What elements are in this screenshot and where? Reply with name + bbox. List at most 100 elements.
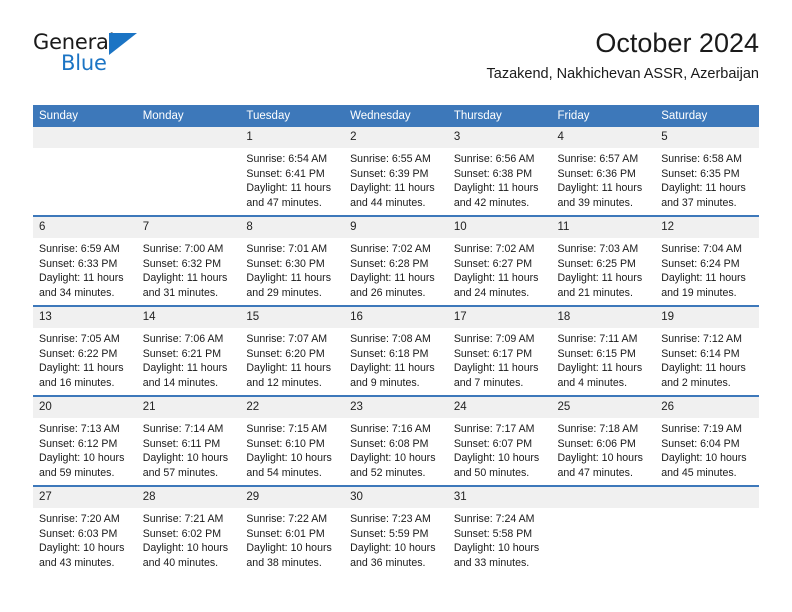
day-details: Sunrise: 7:20 AM Sunset: 6:03 PM Dayligh… bbox=[33, 508, 137, 570]
day-number: 4 bbox=[551, 127, 656, 148]
day-cell[interactable] bbox=[551, 485, 656, 575]
day-cell[interactable]: 15 Sunrise: 7:07 AM Sunset: 6:20 PM Dayl… bbox=[240, 305, 345, 396]
daylight-text-line2: and 38 minutes. bbox=[246, 556, 322, 569]
daylight-text-line2: and 21 minutes. bbox=[557, 286, 633, 299]
day-details: Sunrise: 6:54 AM Sunset: 6:41 PM Dayligh… bbox=[240, 148, 344, 210]
day-cell[interactable]: 20 Sunrise: 7:13 AM Sunset: 6:12 PM Dayl… bbox=[33, 395, 137, 486]
day-number: 15 bbox=[240, 307, 345, 328]
sunrise-text: Sunrise: 7:01 AM bbox=[246, 243, 328, 255]
day-details: Sunrise: 7:01 AM Sunset: 6:30 PM Dayligh… bbox=[240, 238, 344, 300]
day-number: 12 bbox=[655, 217, 759, 238]
day-number: 7 bbox=[136, 217, 241, 238]
day-details: Sunrise: 7:06 AM Sunset: 6:21 PM Dayligh… bbox=[137, 328, 241, 390]
day-cell[interactable]: 9 Sunrise: 7:02 AM Sunset: 6:28 PM Dayli… bbox=[344, 215, 448, 306]
daylight-text-line1: Daylight: 11 hours bbox=[350, 182, 435, 195]
day-number: 26 bbox=[655, 397, 759, 418]
sunset-text: Sunset: 6:38 PM bbox=[453, 167, 533, 180]
daylight-text-line2: and 36 minutes. bbox=[350, 556, 426, 569]
sunset-text: Sunset: 6:02 PM bbox=[142, 527, 222, 540]
day-cell[interactable]: 6 Sunrise: 6:59 AM Sunset: 6:33 PM Dayli… bbox=[33, 215, 137, 306]
sunset-text: Sunset: 6:14 PM bbox=[661, 347, 740, 360]
general-blue-logo[interactable]: General Blue bbox=[33, 30, 213, 82]
sunrise-text: Sunrise: 7:08 AM bbox=[350, 333, 431, 345]
day-cell[interactable]: 24 Sunrise: 7:17 AM Sunset: 6:07 PM Dayl… bbox=[447, 395, 552, 486]
day-cell[interactable]: 11 Sunrise: 7:03 AM Sunset: 6:25 PM Dayl… bbox=[551, 215, 656, 306]
day-cell[interactable]: 5 Sunrise: 6:58 AM Sunset: 6:35 PM Dayli… bbox=[655, 127, 759, 216]
day-cell[interactable] bbox=[655, 485, 759, 575]
day-cell[interactable]: 30 Sunrise: 7:23 AM Sunset: 5:59 PM Dayl… bbox=[344, 485, 448, 575]
sunrise-text: Sunrise: 7:20 AM bbox=[39, 513, 120, 525]
day-cell[interactable]: 16 Sunrise: 7:08 AM Sunset: 6:18 PM Dayl… bbox=[344, 305, 448, 396]
daylight-text-line1: Daylight: 10 hours bbox=[39, 542, 125, 555]
daylight-text-line2: and 14 minutes. bbox=[142, 376, 219, 389]
day-details: Sunrise: 7:23 AM Sunset: 5:59 PM Dayligh… bbox=[344, 508, 448, 570]
day-cell[interactable]: 26 Sunrise: 7:19 AM Sunset: 6:04 PM Dayl… bbox=[655, 395, 759, 486]
day-cell[interactable]: 18 Sunrise: 7:11 AM Sunset: 6:15 PM Dayl… bbox=[551, 305, 656, 396]
day-details: Sunrise: 7:08 AM Sunset: 6:18 PM Dayligh… bbox=[344, 328, 448, 390]
day-cell[interactable]: 3 Sunrise: 6:56 AM Sunset: 6:38 PM Dayli… bbox=[447, 127, 552, 216]
day-details: Sunrise: 7:05 AM Sunset: 6:22 PM Dayligh… bbox=[33, 328, 137, 390]
sunset-text: Sunset: 6:17 PM bbox=[453, 347, 533, 360]
daylight-text-line2: and 57 minutes. bbox=[142, 466, 219, 479]
day-cell[interactable] bbox=[136, 127, 241, 216]
daylight-text-line1: Daylight: 10 hours bbox=[557, 452, 643, 465]
day-number: 18 bbox=[551, 307, 656, 328]
day-cell[interactable]: 27 Sunrise: 7:20 AM Sunset: 6:03 PM Dayl… bbox=[33, 485, 137, 575]
weekday-header-row: Sunday Monday Tuesday Wednesday Thursday… bbox=[33, 105, 759, 127]
sunset-text: Sunset: 6:10 PM bbox=[246, 437, 325, 450]
sunset-text: Sunset: 6:18 PM bbox=[350, 347, 429, 360]
daylight-text-line2: and 26 minutes. bbox=[350, 286, 426, 299]
sunset-text: Sunset: 6:41 PM bbox=[246, 167, 325, 180]
day-cell[interactable]: 28 Sunrise: 7:21 AM Sunset: 6:02 PM Dayl… bbox=[136, 485, 241, 575]
day-details: Sunrise: 7:19 AM Sunset: 6:04 PM Dayligh… bbox=[655, 418, 759, 480]
day-number: 20 bbox=[33, 397, 137, 418]
week-row: 1 Sunrise: 6:54 AM Sunset: 6:41 PM Dayli… bbox=[33, 127, 759, 216]
sunset-text: Sunset: 6:33 PM bbox=[39, 257, 118, 270]
day-cell[interactable]: 8 Sunrise: 7:01 AM Sunset: 6:30 PM Dayli… bbox=[240, 215, 345, 306]
day-cell[interactable]: 1 Sunrise: 6:54 AM Sunset: 6:41 PM Dayli… bbox=[240, 127, 345, 216]
day-details: Sunrise: 6:57 AM Sunset: 6:36 PM Dayligh… bbox=[552, 148, 656, 210]
sunset-text: Sunset: 6:28 PM bbox=[350, 257, 429, 270]
day-cell[interactable]: 19 Sunrise: 7:12 AM Sunset: 6:14 PM Dayl… bbox=[655, 305, 759, 396]
day-cell[interactable]: 2 Sunrise: 6:55 AM Sunset: 6:39 PM Dayli… bbox=[344, 127, 448, 216]
daylight-text-line2: and 34 minutes. bbox=[39, 286, 115, 299]
daylight-text-line2: and 19 minutes. bbox=[661, 286, 737, 299]
day-number: 2 bbox=[344, 127, 448, 148]
daylight-text-line2: and 42 minutes. bbox=[453, 196, 530, 209]
sunrise-text: Sunrise: 7:18 AM bbox=[557, 423, 639, 435]
daylight-text-line2: and 59 minutes. bbox=[39, 466, 115, 479]
day-cell[interactable]: 25 Sunrise: 7:18 AM Sunset: 6:06 PM Dayl… bbox=[551, 395, 656, 486]
daylight-text-line1: Daylight: 11 hours bbox=[246, 272, 332, 285]
day-cell[interactable]: 12 Sunrise: 7:04 AM Sunset: 6:24 PM Dayl… bbox=[655, 215, 759, 306]
day-cell[interactable]: 13 Sunrise: 7:05 AM Sunset: 6:22 PM Dayl… bbox=[33, 305, 137, 396]
day-cell[interactable]: 21 Sunrise: 7:14 AM Sunset: 6:11 PM Dayl… bbox=[136, 395, 241, 486]
day-details: Sunrise: 7:11 AM Sunset: 6:15 PM Dayligh… bbox=[552, 328, 656, 390]
day-cell[interactable]: 23 Sunrise: 7:16 AM Sunset: 6:08 PM Dayl… bbox=[344, 395, 448, 486]
day-number: 5 bbox=[655, 127, 759, 148]
daylight-text-line2: and 33 minutes. bbox=[453, 556, 530, 569]
sunrise-text: Sunrise: 7:03 AM bbox=[557, 243, 639, 255]
day-cell[interactable]: 14 Sunrise: 7:06 AM Sunset: 6:21 PM Dayl… bbox=[136, 305, 241, 396]
day-cell[interactable]: 22 Sunrise: 7:15 AM Sunset: 6:10 PM Dayl… bbox=[240, 395, 345, 486]
sunset-text: Sunset: 6:03 PM bbox=[39, 527, 118, 540]
sunset-text: Sunset: 6:21 PM bbox=[142, 347, 222, 360]
daylight-text-line1: Daylight: 10 hours bbox=[39, 452, 125, 465]
day-cell[interactable]: 17 Sunrise: 7:09 AM Sunset: 6:17 PM Dayl… bbox=[447, 305, 552, 396]
day-cell[interactable]: 7 Sunrise: 7:00 AM Sunset: 6:32 PM Dayli… bbox=[136, 215, 241, 306]
daylight-text-line2: and 29 minutes. bbox=[246, 286, 322, 299]
weekday-header-wednesday: Wednesday bbox=[344, 105, 448, 127]
daylight-text-line2: and 31 minutes. bbox=[142, 286, 219, 299]
day-number: 31 bbox=[447, 487, 552, 508]
day-cell[interactable]: 31 Sunrise: 7:24 AM Sunset: 5:58 PM Dayl… bbox=[447, 485, 552, 575]
day-cell[interactable] bbox=[33, 127, 137, 216]
week-row: 27 Sunrise: 7:20 AM Sunset: 6:03 PM Dayl… bbox=[33, 485, 759, 575]
day-cell[interactable]: 29 Sunrise: 7:22 AM Sunset: 6:01 PM Dayl… bbox=[240, 485, 345, 575]
daylight-text-line1: Daylight: 10 hours bbox=[246, 452, 332, 465]
day-cell[interactable]: 4 Sunrise: 6:57 AM Sunset: 6:36 PM Dayli… bbox=[551, 127, 656, 216]
calendar-body: 1 Sunrise: 6:54 AM Sunset: 6:41 PM Dayli… bbox=[33, 127, 759, 575]
day-details: Sunrise: 6:56 AM Sunset: 6:38 PM Dayligh… bbox=[448, 148, 552, 210]
weekday-header-tuesday: Tuesday bbox=[240, 105, 345, 127]
day-cell[interactable]: 10 Sunrise: 7:02 AM Sunset: 6:27 PM Dayl… bbox=[447, 215, 552, 306]
daylight-text-line1: Daylight: 11 hours bbox=[246, 182, 332, 195]
sunrise-text: Sunrise: 7:19 AM bbox=[661, 423, 742, 435]
